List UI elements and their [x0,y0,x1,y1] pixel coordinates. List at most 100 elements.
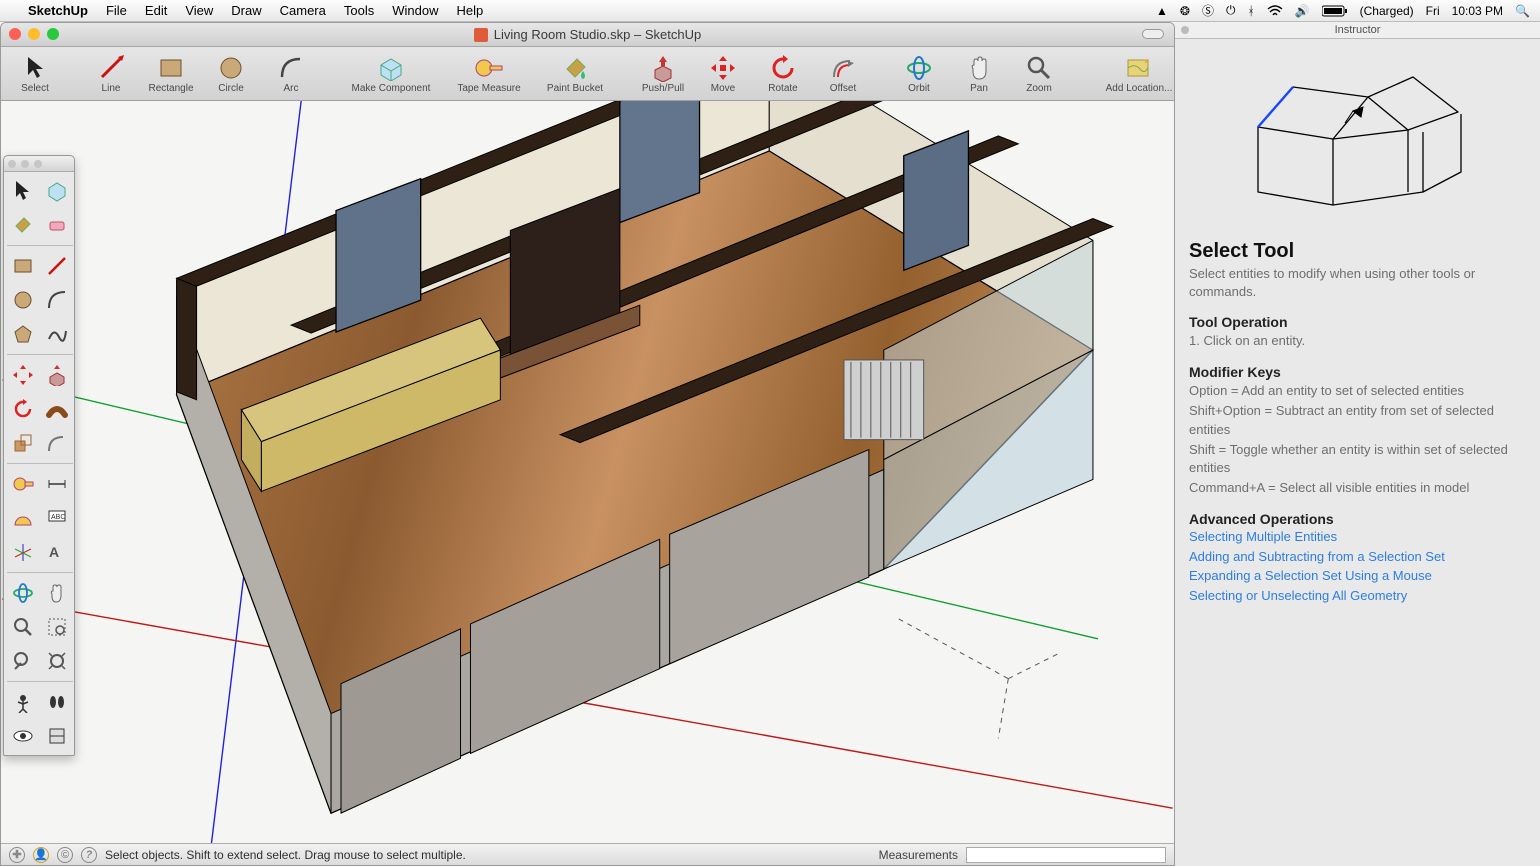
palette-look-around-tool[interactable] [7,720,39,752]
bluetooth-icon[interactable]: ᚼ [1247,4,1254,18]
instructor-title-text: Instructor [1335,24,1381,36]
palette-pan-tool[interactable] [41,577,73,609]
palette-make-component-tool[interactable] [41,175,73,207]
measurements-input[interactable] [966,847,1166,863]
palette-polygon-tool[interactable] [7,318,39,350]
circle-tool[interactable]: Circle [205,48,257,100]
instructor-heading: Select Tool [1189,240,1526,263]
orbit-tool[interactable]: Orbit [893,48,945,100]
instructor-panel: Select Tool Select entities to modify wh… [1175,39,1540,866]
menu-help[interactable]: Help [456,3,483,18]
instructor-description: Select entities to modify when using oth… [1189,265,1526,300]
menu-tools[interactable]: Tools [344,3,374,18]
palette-3d-text-tool[interactable]: A [41,536,73,568]
instructor-link[interactable]: Selecting Multiple Entities [1189,527,1526,547]
select-tool[interactable]: Select [9,48,61,100]
make-component-tool[interactable]: Make Component [341,48,441,100]
palette-text-tool[interactable]: ABC [41,502,73,534]
instructor-link[interactable]: Selecting or Unselecting All Geometry [1189,586,1526,606]
palette-follow-me-tool[interactable] [41,393,73,425]
menu-view[interactable]: View [185,3,213,18]
palette-previous-view-tool[interactable] [7,645,39,677]
instructor-advanced-heading: Advanced Operations [1189,511,1526,527]
palette-dimension-tool[interactable] [41,468,73,500]
zoom-tool[interactable]: Zoom [1013,48,1065,100]
palette-line-tool[interactable] [41,250,73,282]
model-viewport[interactable] [1,101,1174,843]
pan-tool[interactable]: Pan [953,48,1005,100]
palette-move-tool[interactable] [7,359,39,391]
power-icon[interactable]: ⏻ [1226,3,1236,18]
sync-icon[interactable]: ❂ [1180,4,1190,18]
palette-rectangle-tool[interactable] [7,250,39,282]
large-toolset-palette[interactable]: ABC A [3,155,75,756]
window-close-button[interactable] [9,28,21,40]
palette-section-plane-tool[interactable] [41,720,73,752]
instructor-mod1: Option = Add an entity to set of selecte… [1189,382,1526,400]
menu-edit[interactable]: Edit [145,3,167,18]
wifi-icon[interactable] [1267,5,1283,17]
rotate-tool[interactable]: Rotate [757,48,809,100]
palette-scale-tool[interactable] [7,427,39,459]
clock-time[interactable]: 10:03 PM [1452,4,1503,18]
app-menu[interactable]: SketchUp [28,3,88,18]
menu-camera[interactable]: Camera [280,3,326,18]
clock-day[interactable]: Fri [1426,4,1440,18]
mac-menubar: SketchUp File Edit View Draw Camera Tool… [0,0,1540,22]
menu-draw[interactable]: Draw [231,3,261,18]
palette-eraser-tool[interactable] [41,209,73,241]
circled-s-icon[interactable]: Ⓢ [1202,2,1214,19]
battery-icon[interactable] [1322,5,1348,17]
palette-zoom-extents-tool[interactable] [41,645,73,677]
status-bar: ✚ 👤 © ? Select objects. Shift to extend … [1,843,1174,865]
instructor-mod3: Shift = Toggle whether an entity is with… [1189,441,1526,477]
palette-offset-tool[interactable] [41,427,73,459]
palette-paint-bucket-tool[interactable] [7,209,39,241]
status-hint: Select objects. Shift to extend select. … [105,848,466,862]
palette-zoom-tool[interactable] [7,611,39,643]
instructor-titlebar[interactable]: Instructor [1175,22,1540,39]
rectangle-tool[interactable]: Rectangle [145,48,197,100]
volume-icon[interactable]: 🔊 [1295,4,1310,18]
status-claim-icon[interactable]: © [57,847,73,863]
add-location-tool[interactable]: Add Location... [1089,48,1175,100]
offset-tool[interactable]: Offset [817,48,869,100]
status-help-icon[interactable]: ? [81,847,97,863]
spotlight-icon[interactable]: 🔍 [1515,4,1530,18]
instructor-modifier-heading: Modifier Keys [1189,364,1526,380]
instructor-link[interactable]: Adding and Subtracting from a Selection … [1189,547,1526,567]
menu-window[interactable]: Window [392,3,438,18]
window-zoom-button[interactable] [47,28,59,40]
instructor-operation-text: 1. Click on an entity. [1189,332,1526,350]
window-toolbar-toggle[interactable] [1142,29,1164,39]
paint-bucket-tool[interactable]: Paint Bucket [537,48,613,100]
palette-arc-tool[interactable] [41,284,73,316]
palette-axes-tool[interactable] [7,536,39,568]
palette-freehand-tool[interactable] [41,318,73,350]
arc-tool[interactable]: Arc [265,48,317,100]
palette-circle-tool[interactable] [7,284,39,316]
menu-file[interactable]: File [106,3,127,18]
tape-measure-tool[interactable]: Tape Measure [449,48,529,100]
palette-titlebar[interactable] [4,156,74,172]
window-minimize-button[interactable] [28,28,40,40]
line-tool[interactable]: Line [85,48,137,100]
status-credits-icon[interactable]: 👤 [33,847,49,863]
instructor-link[interactable]: Expanding a Selection Set Using a Mouse [1189,566,1526,586]
palette-walk-tool[interactable] [41,686,73,718]
palette-tape-measure-tool[interactable] [7,468,39,500]
palette-position-camera-tool[interactable] [7,686,39,718]
palette-select-tool[interactable] [7,175,39,207]
instructor-operation-heading: Tool Operation [1189,314,1526,330]
gdrive-icon[interactable]: ▲ [1156,4,1168,18]
palette-rotate-tool[interactable] [7,393,39,425]
palette-zoom-window-tool[interactable] [41,611,73,643]
palette-push-pull-tool[interactable] [41,359,73,391]
status-geolocation-icon[interactable]: ✚ [9,847,25,863]
window-titlebar[interactable]: Living Room Studio.skp – SketchUp [1,23,1174,47]
move-tool[interactable]: Move [697,48,749,100]
push-pull-tool[interactable]: Push/Pull [637,48,689,100]
palette-protractor-tool[interactable] [7,502,39,534]
palette-orbit-tool[interactable] [7,577,39,609]
document-window: Living Room Studio.skp – SketchUp Select… [0,22,1175,866]
